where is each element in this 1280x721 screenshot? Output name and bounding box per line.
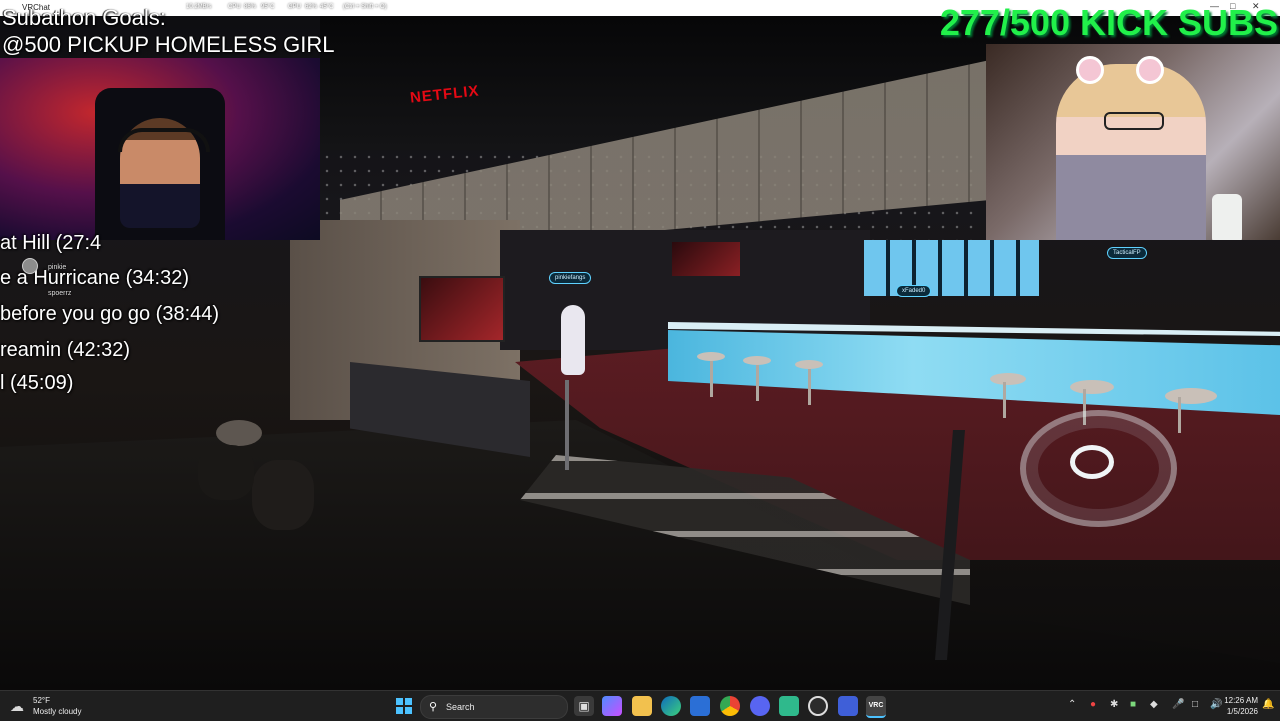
taskbar-search[interactable]: ⚲ Search: [420, 695, 568, 719]
goal-item: @500 PICKUP HOMELESS GIRL: [2, 32, 335, 57]
bar-stool: [1165, 388, 1217, 433]
teleport-ring-core: [1070, 445, 1114, 479]
chat-username: spoerrz: [48, 290, 72, 297]
discord-icon[interactable]: [750, 696, 770, 716]
task-view-icon[interactable]: ▣: [574, 696, 594, 716]
playlist-item: reamin (42:32): [0, 339, 131, 361]
webcam-left: [0, 58, 320, 240]
app-icon[interactable]: [779, 696, 799, 716]
chat-avatar: [22, 258, 38, 274]
goals-title: Subathon Goals:: [2, 5, 166, 30]
vrchat-icon[interactable]: VRC: [866, 696, 886, 718]
bar-stool: [697, 352, 725, 397]
bar-bottle-shelf: [864, 240, 1039, 296]
obs-icon[interactable]: [808, 696, 828, 716]
chevron-up-icon[interactable]: ⌃: [1068, 699, 1076, 710]
app-icon[interactable]: [838, 696, 858, 716]
subathon-goals: Subathon Goals: @500 PICKUP HOMELESS GIR…: [2, 4, 335, 58]
webcam-right: [986, 44, 1280, 240]
volume-icon[interactable]: 🔊: [1210, 699, 1222, 710]
playlist-item: l (45:09): [0, 372, 74, 394]
cup: [1212, 194, 1242, 240]
search-label: Search: [446, 702, 475, 712]
glasses: [1104, 112, 1164, 130]
bar-stool: [743, 356, 771, 401]
network-icon[interactable]: □: [1192, 699, 1198, 710]
nametag[interactable]: xFaded0: [896, 285, 932, 297]
windows-taskbar: ☁ 52°F Mostly cloudy ⚲ Search ▣ VRC ⌃ ● …: [0, 690, 1280, 721]
wall-screen: [419, 276, 505, 342]
streamer-figure: [1056, 64, 1206, 240]
chrome-icon[interactable]: [720, 696, 740, 716]
bar-stool: [990, 373, 1026, 418]
nvidia-icon[interactable]: ■: [1130, 699, 1136, 710]
headset-icon: [118, 128, 210, 152]
overlay-hotkey: (Ctrl + Shift + O): [343, 4, 387, 10]
side-table: [216, 420, 262, 446]
playlist-item: at Hill (27:4: [0, 232, 102, 254]
microphone-icon[interactable]: 🎤: [1172, 699, 1184, 710]
bar-stool: [1070, 380, 1114, 425]
tray-app-icon[interactable]: ◆: [1150, 699, 1158, 710]
pouf: [252, 460, 314, 530]
nametag[interactable]: pinkiefangs: [549, 272, 592, 284]
pouf: [198, 445, 254, 500]
player-avatar[interactable]: [561, 305, 585, 375]
windows-logo-icon: [405, 707, 412, 714]
notification-bell-icon[interactable]: 🔔: [1262, 699, 1274, 710]
store-icon[interactable]: [690, 696, 710, 716]
weather-condition: Mostly cloudy: [33, 707, 82, 716]
wall-screen: [672, 242, 740, 276]
folder-icon[interactable]: [632, 696, 652, 716]
bar-stool: [795, 360, 823, 405]
cloud-icon: ☁: [10, 698, 24, 714]
start-button[interactable]: [396, 698, 412, 714]
railing-post: [565, 380, 569, 470]
edge-icon[interactable]: [661, 696, 681, 716]
clock-time: 12:26 AM: [1224, 696, 1258, 705]
weather-temp: 52°F: [33, 696, 50, 705]
clock-date: 1/5/2026: [1226, 707, 1258, 716]
system-clock[interactable]: 12:26 AM 1/5/2026: [1224, 695, 1258, 717]
tray-app-icon[interactable]: ●: [1090, 699, 1096, 710]
chat-username: pinkie: [48, 264, 67, 271]
bluetooth-icon[interactable]: ✱: [1110, 699, 1118, 710]
copilot-icon[interactable]: [602, 696, 622, 716]
windows-logo-icon: [396, 707, 403, 714]
windows-logo-icon: [405, 698, 412, 705]
nametag[interactable]: TacticalFP: [1107, 247, 1147, 259]
playlist-item: before you go go (38:44): [0, 303, 220, 325]
search-icon: ⚲: [429, 701, 438, 713]
cat-ear-headphone: [1136, 56, 1164, 84]
windows-logo-icon: [396, 698, 403, 705]
kick-subs-counter: 277/500 KICK SUBS: [939, 2, 1278, 43]
cat-ear-headphone: [1076, 56, 1104, 84]
